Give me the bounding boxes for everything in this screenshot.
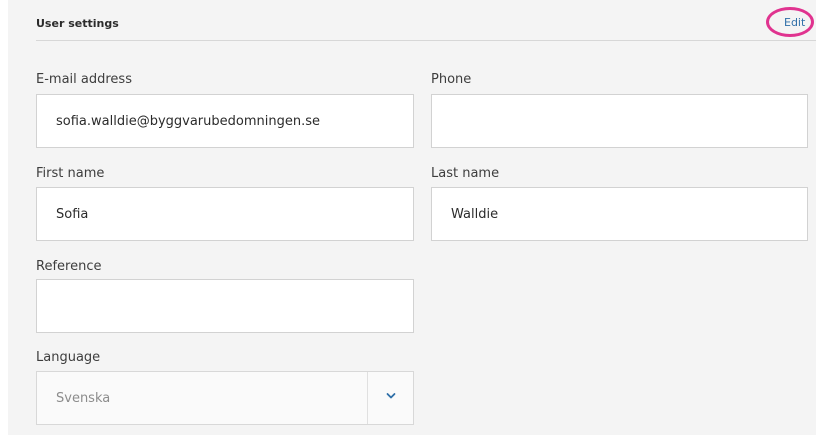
first-name-field[interactable]: [37, 188, 413, 240]
phone-field-box: [431, 94, 808, 148]
phone-label: Phone: [431, 72, 472, 87]
language-label: Language: [36, 350, 101, 365]
email-field[interactable]: [37, 95, 413, 147]
first-name-field-box: [36, 187, 414, 241]
reference-field[interactable]: [37, 280, 413, 332]
language-select[interactable]: Svenska: [36, 371, 414, 425]
last-name-field[interactable]: [432, 188, 807, 240]
chevron-down-icon[interactable]: [384, 389, 398, 403]
phone-field[interactable]: [432, 95, 807, 147]
last-name-field-box: [431, 187, 808, 241]
select-divider: [367, 372, 368, 424]
reference-field-box: [36, 279, 414, 333]
reference-label: Reference: [36, 259, 102, 274]
first-name-label: First name: [36, 166, 105, 181]
section-title: User settings: [36, 17, 119, 30]
language-selected-value: Svenska: [56, 391, 111, 406]
email-label: E-mail address: [36, 72, 132, 87]
header-divider: [36, 40, 816, 41]
email-field-box: [36, 94, 414, 148]
edit-link[interactable]: Edit: [784, 16, 805, 29]
last-name-label: Last name: [431, 166, 500, 181]
settings-header: User settings: [8, 0, 816, 41]
